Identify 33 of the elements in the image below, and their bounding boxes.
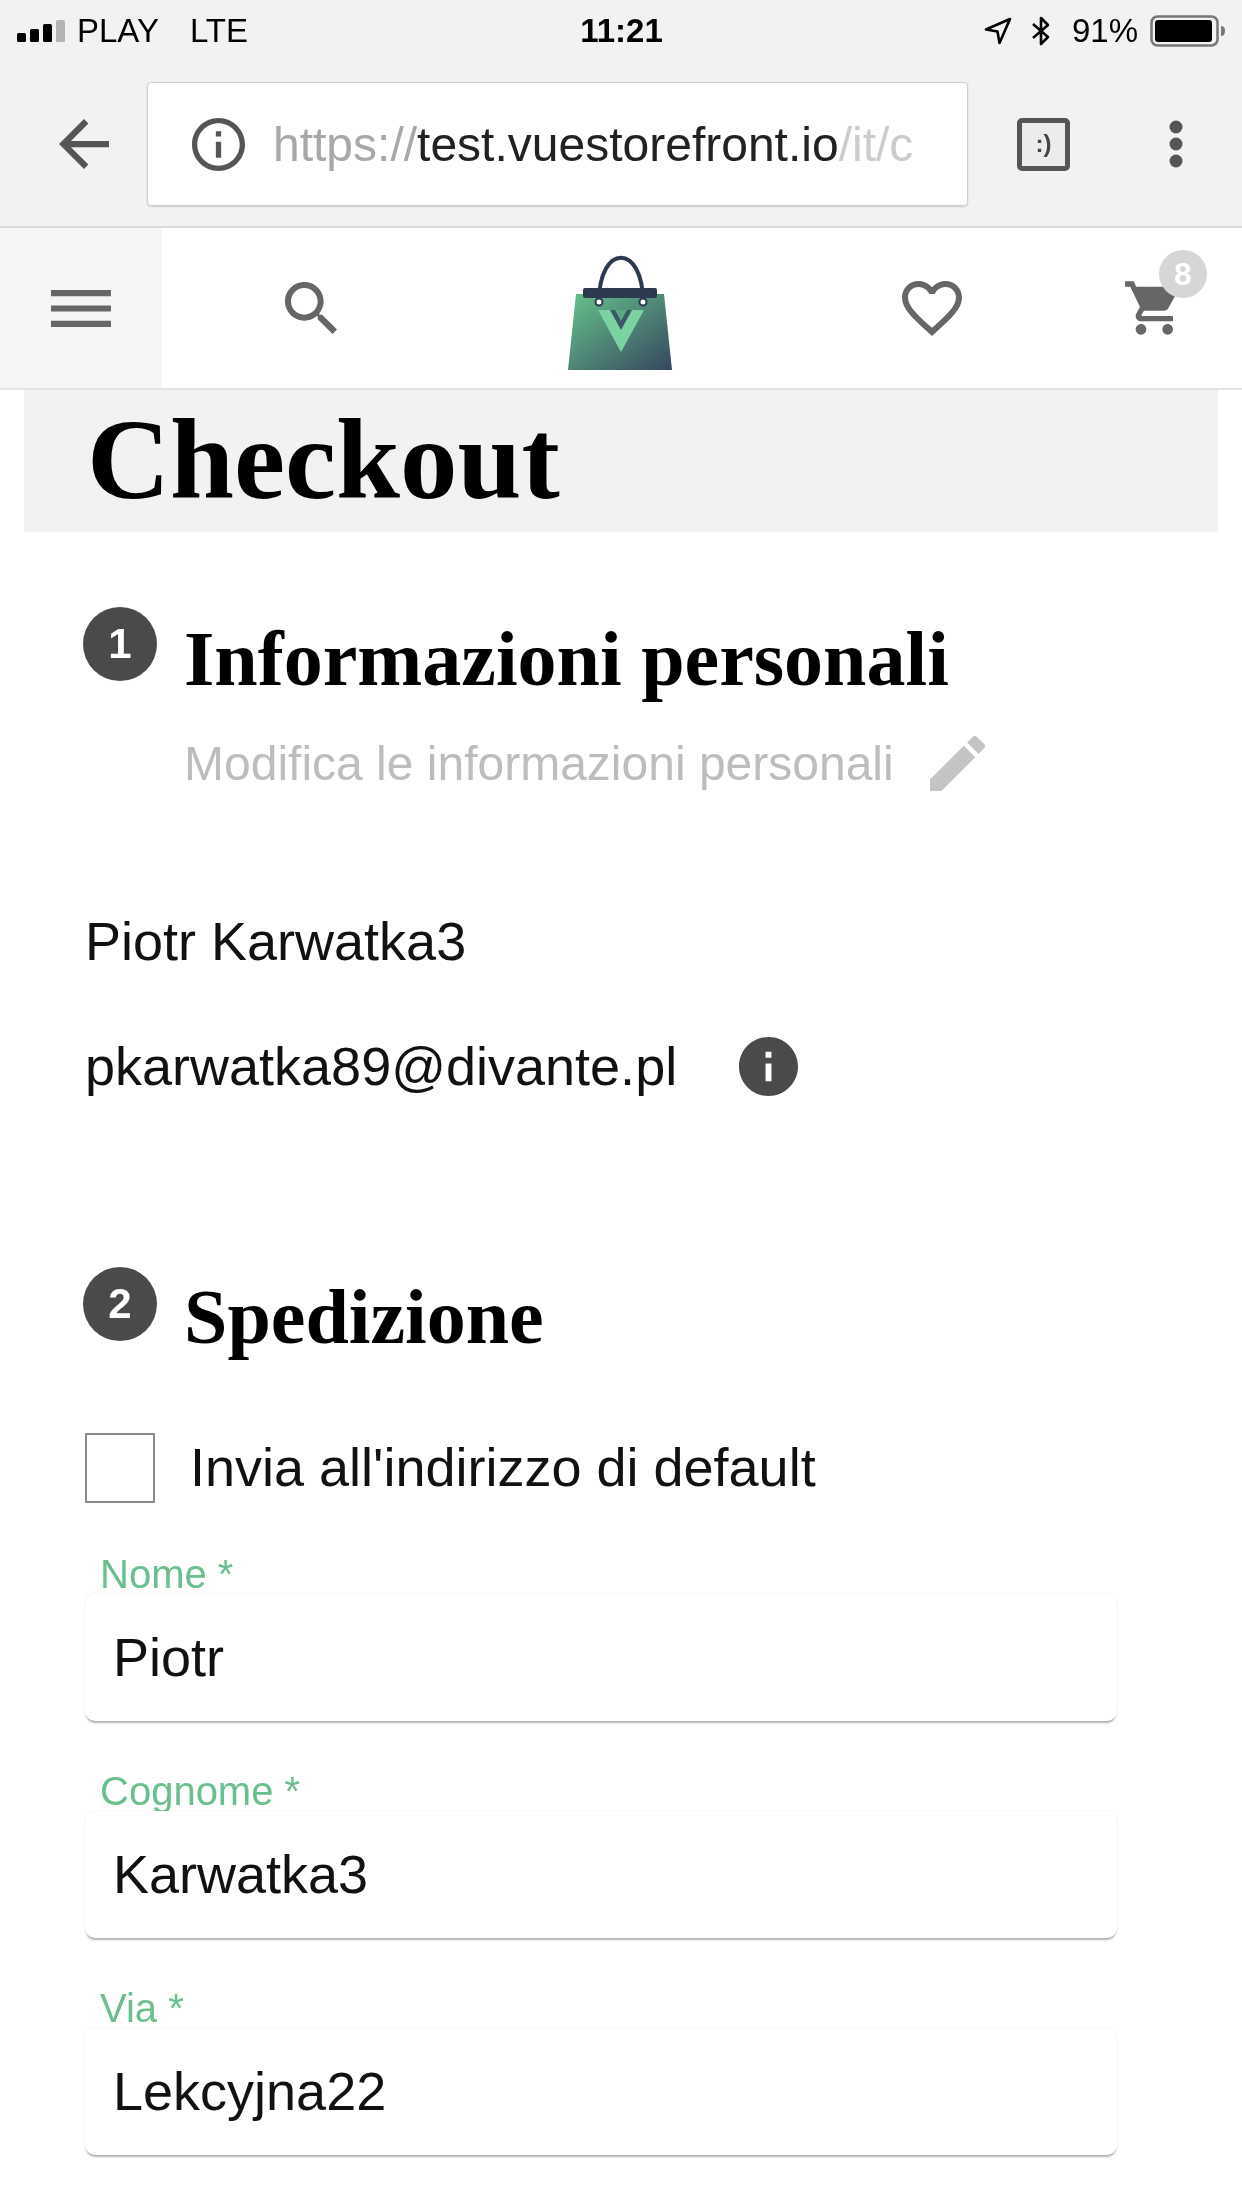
back-arrow-icon[interactable]: [59, 119, 109, 169]
pencil-icon: [929, 735, 985, 791]
customer-name: Piotr Karwatka3: [85, 910, 467, 974]
input-field[interactable]: Lekcyjna22: [85, 2027, 1117, 2155]
input-field[interactable]: Piotr: [85, 1593, 1117, 1721]
checkbox[interactable]: [85, 1432, 155, 1503]
carrier-name: PLAY: [77, 11, 159, 51]
field-label: Via *: [99, 1987, 184, 2028]
location-arrow-icon: [983, 17, 1012, 45]
more-options-icon[interactable]: [1168, 120, 1184, 168]
info-icon[interactable]: [739, 1037, 799, 1097]
page-title: Checkout: [87, 402, 560, 517]
menu-button[interactable]: [0, 228, 162, 388]
battery-icon: [1150, 15, 1226, 47]
search-icon[interactable]: [285, 282, 337, 334]
section-title: Informazioni personali: [184, 614, 949, 704]
field-label: Cognome *: [99, 1770, 301, 1811]
field-label: Nome *: [99, 1553, 234, 1594]
checkbox-label: Invia all'indirizzo di default: [190, 1436, 816, 1500]
input-field[interactable]: Karwatka3: [85, 1810, 1117, 1938]
heart-icon[interactable]: [902, 280, 962, 336]
menu-icon: [51, 289, 111, 327]
status-time: 11:21: [580, 11, 663, 51]
network-type: LTE: [189, 11, 248, 51]
bluetooth-icon: [1030, 15, 1051, 47]
battery-percent: 91%: [1071, 11, 1138, 51]
info-icon[interactable]: [192, 117, 245, 171]
customer-email: pkarwatka89@divante.pl: [85, 1035, 678, 1099]
signal-icon: [17, 20, 65, 42]
step-number: 2: [83, 1267, 157, 1342]
step-number: 1: [83, 607, 157, 681]
tab-switcher-button[interactable]: :): [1017, 117, 1070, 171]
section-title: Spedizione: [184, 1272, 544, 1363]
